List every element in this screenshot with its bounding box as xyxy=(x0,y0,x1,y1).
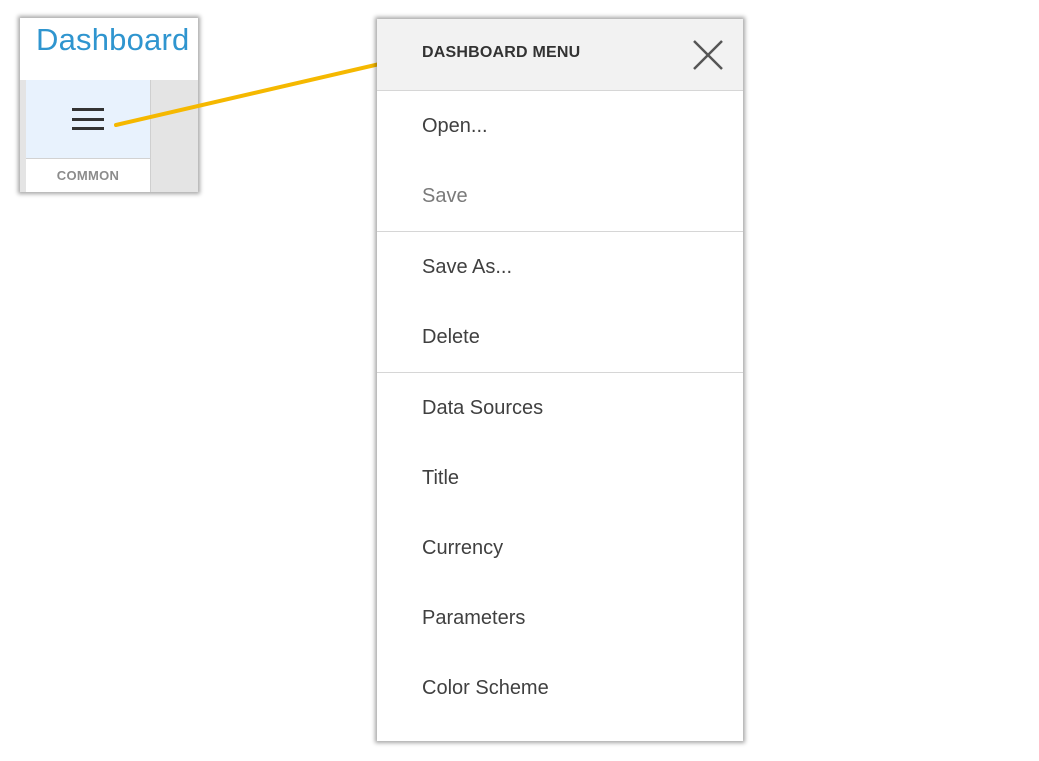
menu-item-delete[interactable]: Delete xyxy=(377,302,743,372)
menu-item-save-as[interactable]: Save As... xyxy=(377,232,743,302)
menu-item-parameters[interactable]: Parameters xyxy=(377,583,743,653)
ribbon: COMMON xyxy=(20,80,198,192)
menu-item-color-scheme[interactable]: Color Scheme xyxy=(377,653,743,723)
menu-item-currency[interactable]: Currency xyxy=(377,513,743,583)
panel-header: DASHBOARD MENU xyxy=(377,19,743,91)
ribbon-group-divider xyxy=(26,158,150,159)
panel-title: DASHBOARD MENU xyxy=(422,44,581,61)
menu-item-title[interactable]: Title xyxy=(377,443,743,513)
close-icon xyxy=(693,40,723,70)
menu-item-data-sources[interactable]: Data Sources xyxy=(377,373,743,443)
close-button[interactable] xyxy=(691,38,725,72)
menu-item-open[interactable]: Open... xyxy=(377,91,743,161)
ribbon-inset: Dashboard COMMON xyxy=(20,18,198,192)
dashboard-title: Dashboard xyxy=(36,22,190,57)
menu-list: Open... Save Save As... Delete Data Sour… xyxy=(377,91,743,723)
dashboard-menu-button[interactable] xyxy=(26,80,150,158)
dashboard-menu-panel: DASHBOARD MENU Open... Save Save As... D… xyxy=(377,19,743,741)
hamburger-menu-icon xyxy=(72,108,104,130)
menu-item-save[interactable]: Save xyxy=(377,161,743,231)
ribbon-group-label: COMMON xyxy=(56,168,120,183)
ribbon-group-common: COMMON xyxy=(26,80,151,192)
